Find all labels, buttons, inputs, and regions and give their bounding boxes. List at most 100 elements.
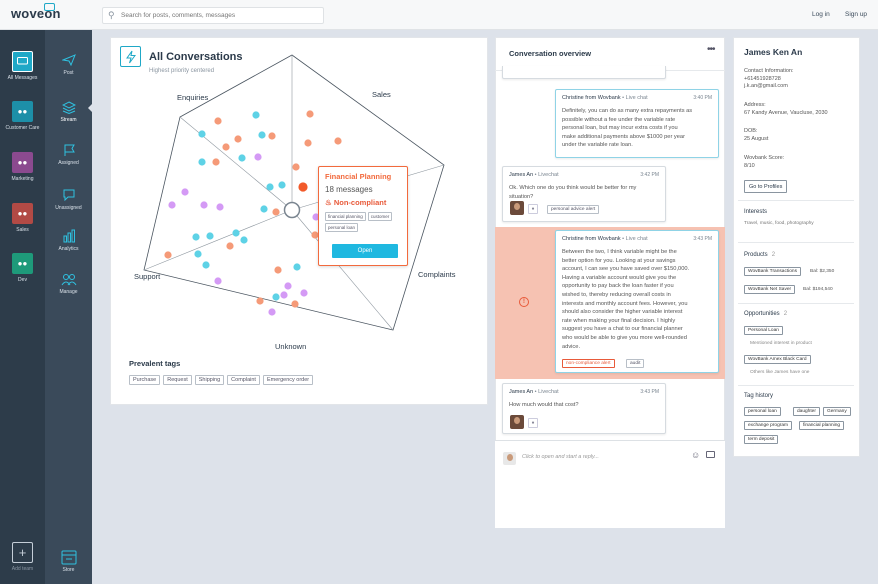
signup-link[interactable]: Sign up xyxy=(845,11,867,18)
data-point xyxy=(212,158,220,166)
data-point xyxy=(266,183,274,191)
cluster-popup: Financial Planning 18 messages ♨ Non-com… xyxy=(318,166,408,266)
nav-label: Stream xyxy=(60,117,77,123)
more-options-icon[interactable]: ••• xyxy=(707,44,715,55)
tag-chip[interactable]: personal loan xyxy=(325,223,359,232)
data-point xyxy=(222,143,230,151)
axis-label-complaints: Complaints xyxy=(418,270,456,279)
go-to-profiles-button[interactable]: Go to Profiles xyxy=(744,180,788,193)
tag-chip[interactable]: Emergency order xyxy=(262,375,314,385)
tag-chip[interactable]: customer xyxy=(367,212,393,221)
team-marketing[interactable]: ●● Marketing xyxy=(0,152,45,182)
product-balance: Bal: $2,350 xyxy=(810,269,835,274)
message-bubble[interactable]: James An • Livechat 3:42 PM Ok. Which on… xyxy=(502,166,666,222)
message-author: Christine from Wovbank • Live chat xyxy=(562,236,648,242)
tag-chip[interactable]: Germany xyxy=(823,407,851,416)
tag-chip[interactable]: daughter xyxy=(793,407,820,416)
nav-store[interactable]: Store xyxy=(45,549,92,573)
message-time: 3:40 PM xyxy=(693,95,712,101)
data-point xyxy=(304,139,312,147)
tag-chip[interactable]: term deposit xyxy=(744,435,779,444)
divider xyxy=(738,303,854,304)
data-point xyxy=(226,242,234,250)
data-point xyxy=(234,135,242,143)
camera-icon[interactable] xyxy=(706,451,715,458)
popup-flag-label: Non-compliant xyxy=(333,198,387,207)
data-point xyxy=(274,266,282,274)
wovbank-score: Wovbank Score: 8/10 xyxy=(744,155,785,169)
data-point xyxy=(216,203,224,211)
nav-label: Manage xyxy=(59,289,78,295)
popup-tags: financial planning customer personal loa… xyxy=(325,212,407,232)
team-all-messages[interactable]: All Messages xyxy=(0,51,45,81)
nav-assigned[interactable]: Assigned xyxy=(45,142,92,166)
person-icon[interactable]: ● xyxy=(528,418,538,428)
tag-chip[interactable]: exchange program xyxy=(744,421,792,430)
product-chip[interactable]: WovBank Net Saver xyxy=(744,285,796,294)
nav-manage[interactable]: Manage xyxy=(45,271,92,295)
divider xyxy=(738,200,854,201)
message-bubble[interactable]: Christine from Wovbank • Live chat 3:40 … xyxy=(555,89,719,158)
team-customer-care[interactable]: ●● Customer Care xyxy=(0,101,45,131)
data-point xyxy=(168,201,176,209)
tag-chip[interactable]: financial planning xyxy=(799,421,845,430)
team-sales[interactable]: ●● Sales xyxy=(0,203,45,233)
tag-chip[interactable]: Purchase xyxy=(129,375,161,385)
send-icon xyxy=(60,52,78,68)
opportunity-chip[interactable]: Personal Loan xyxy=(744,326,783,335)
team-label: All Messages xyxy=(7,75,38,81)
opportunity-chip[interactable]: WovBank Amex Black Card xyxy=(744,355,811,364)
search-bar[interactable]: ⚲ xyxy=(102,7,324,24)
tag-chip[interactable]: audit xyxy=(626,359,645,368)
team-people-icon: ●● xyxy=(12,152,33,173)
active-nav-caret-icon xyxy=(88,104,92,112)
add-team-button[interactable]: + Add team xyxy=(0,542,45,572)
reply-input[interactable]: Click to open and start a reply... xyxy=(522,454,599,460)
nav-label: Unassigned xyxy=(55,205,82,211)
data-point xyxy=(268,132,276,140)
open-button[interactable]: Open xyxy=(332,244,398,258)
message-author: James An • Livechat xyxy=(509,172,559,178)
message-bubble[interactable]: Christine from Wovbank • Live chat 3:43 … xyxy=(555,230,719,373)
axis-label-enquiries: Enquiries xyxy=(177,93,209,102)
avatar xyxy=(510,415,524,429)
message-bubble[interactable]: James An • Livechat 3:43 PM How much wou… xyxy=(502,383,666,434)
data-point xyxy=(194,250,202,258)
team-people-icon: ●● xyxy=(12,203,33,224)
person-icon[interactable]: ● xyxy=(528,204,538,214)
nav-post[interactable]: Post xyxy=(45,52,92,76)
tag-chip[interactable]: Shipping xyxy=(194,375,225,385)
tag-chip[interactable]: personal loan xyxy=(744,407,781,416)
login-link[interactable]: Log in xyxy=(812,11,830,18)
team-people-icon: ●● xyxy=(12,253,33,274)
team-dev[interactable]: ●● Dev xyxy=(0,253,45,283)
tag-chip[interactable]: Complaint xyxy=(227,375,260,385)
data-point xyxy=(202,261,210,269)
data-point xyxy=(284,282,292,290)
data-point xyxy=(192,233,200,241)
chat-icon xyxy=(60,187,78,203)
nav-stream[interactable]: Stream xyxy=(45,99,92,123)
data-point xyxy=(334,137,342,145)
nav-unassigned[interactable]: Unassigned xyxy=(45,187,92,211)
radar-spoke xyxy=(143,209,293,271)
message-author: James An • Livechat xyxy=(509,389,559,395)
tag-chip[interactable]: Request xyxy=(163,375,192,385)
opportunity-note: Mentioned interest in product xyxy=(750,341,812,346)
tag-chip[interactable]: personal advice alert xyxy=(547,205,600,214)
data-point xyxy=(272,208,280,216)
emoji-icon[interactable]: ☺ xyxy=(691,450,700,460)
prevalent-tags-title: Prevalent tags xyxy=(129,359,181,368)
search-input[interactable] xyxy=(121,9,319,22)
interests-list: Travel, music, food, photography xyxy=(744,221,814,226)
message-text: How much would that cost? xyxy=(509,402,579,408)
data-point xyxy=(238,154,246,162)
axis-label-unknown: Unknown xyxy=(275,342,307,351)
tag-chip[interactable]: financial planning xyxy=(325,212,366,221)
center-focus-ring xyxy=(283,201,301,219)
nav-label: Store xyxy=(62,567,75,573)
non-compliance-tag[interactable]: non-compliance alert xyxy=(562,359,615,368)
nav-analytics[interactable]: Analytics xyxy=(45,228,92,252)
dob: DOB: 25 August xyxy=(744,128,769,142)
product-chip[interactable]: WovBank Transactions xyxy=(744,267,801,276)
